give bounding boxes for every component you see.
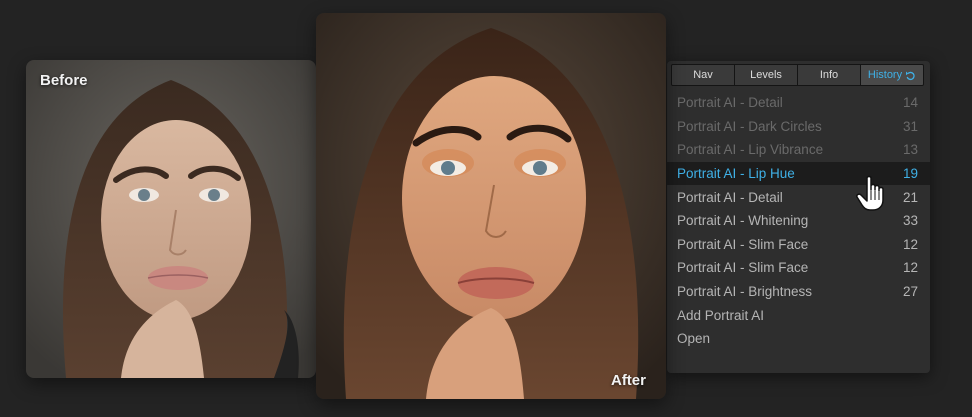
history-item[interactable]: Add Portrait AI bbox=[667, 303, 930, 327]
history-item-label: Portrait AI - Detail bbox=[677, 95, 783, 111]
history-item-count: 33 bbox=[902, 213, 918, 229]
history-item-count: 27 bbox=[902, 284, 918, 300]
history-item[interactable]: Portrait AI - Slim Face 12 bbox=[667, 256, 930, 280]
hand-pointer-icon bbox=[853, 174, 893, 214]
tab-history[interactable]: History bbox=[861, 65, 923, 85]
history-list: Portrait AI - Detail 14 Portrait AI - Da… bbox=[667, 91, 930, 351]
history-item-label: Portrait AI - Brightness bbox=[677, 284, 813, 300]
history-panel: Nav Levels Info History Portrait AI - De… bbox=[667, 61, 930, 373]
tab-levels[interactable]: Levels bbox=[735, 65, 798, 85]
before-photo: Before bbox=[26, 60, 316, 378]
history-item-label: Add Portrait AI bbox=[677, 307, 765, 323]
tab-info[interactable]: Info bbox=[798, 65, 861, 85]
tab-levels-label: Levels bbox=[750, 69, 782, 81]
history-item-label: Portrait AI - Slim Face bbox=[677, 260, 809, 276]
after-photo: After bbox=[316, 13, 666, 399]
undo-icon bbox=[905, 70, 916, 81]
panel-tabs: Nav Levels Info History bbox=[671, 64, 924, 86]
history-item[interactable]: Portrait AI - Brightness 27 bbox=[667, 280, 930, 304]
history-item-label: Portrait AI - Lip Vibrance bbox=[677, 142, 824, 158]
history-item-count: 13 bbox=[902, 142, 918, 158]
history-item-count: 12 bbox=[902, 236, 918, 252]
history-item-count: 31 bbox=[902, 118, 918, 134]
after-portrait-image bbox=[316, 13, 666, 399]
tab-info-label: Info bbox=[819, 69, 839, 81]
history-item-label: Portrait AI - Slim Face bbox=[677, 236, 809, 252]
history-item[interactable]: Portrait AI - Lip Vibrance 13 bbox=[667, 138, 930, 162]
tab-nav[interactable]: Nav bbox=[672, 65, 735, 85]
tab-history-label: History bbox=[867, 69, 903, 81]
tab-nav-label: Nav bbox=[693, 69, 713, 81]
history-item[interactable]: Portrait AI - Detail 14 bbox=[667, 91, 930, 115]
history-item-label: Portrait AI - Dark Circles bbox=[677, 118, 822, 134]
history-item[interactable]: Portrait AI - Slim Face 12 bbox=[667, 233, 930, 257]
history-item-label: Open bbox=[677, 331, 711, 347]
history-item[interactable]: Portrait AI - Dark Circles 31 bbox=[667, 115, 930, 139]
after-label: After bbox=[610, 372, 646, 389]
before-label: Before bbox=[40, 72, 88, 89]
history-item[interactable]: Open bbox=[667, 327, 930, 351]
before-portrait-image bbox=[26, 60, 316, 378]
history-item-label: Portrait AI - Whitening bbox=[677, 213, 809, 229]
history-item-count: 12 bbox=[902, 260, 918, 276]
history-item-count: 14 bbox=[902, 95, 918, 111]
